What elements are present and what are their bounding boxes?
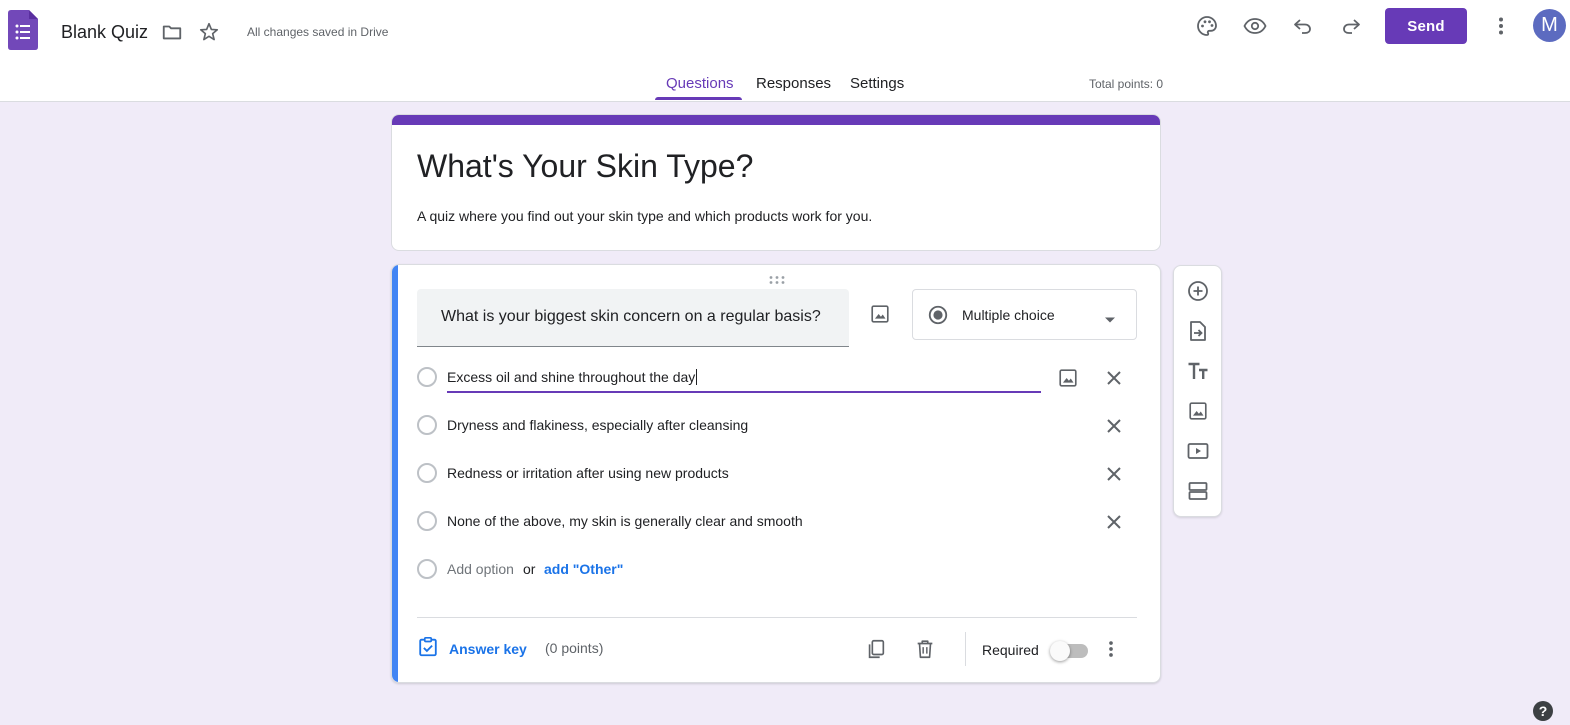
question-card[interactable]: What is your biggest skin concern on a r… (391, 264, 1161, 683)
question-type-label: Multiple choice (962, 307, 1055, 323)
add-video-icon[interactable] (1183, 436, 1213, 466)
answer-key-label: Answer key (449, 641, 527, 657)
form-title[interactable]: What's Your Skin Type? (417, 146, 753, 186)
active-tab-indicator (655, 97, 742, 100)
question-title-input[interactable]: What is your biggest skin concern on a r… (417, 289, 849, 347)
toggle-thumb (1050, 641, 1070, 661)
folder-icon[interactable] (152, 12, 192, 52)
forms-logo-icon[interactable] (8, 10, 38, 50)
text-cursor (696, 369, 698, 385)
option-row: Excess oil and shine throughout the day (417, 363, 1137, 395)
add-option-input[interactable]: Add option (447, 560, 514, 578)
add-other-link[interactable]: add "Other" (544, 560, 623, 578)
preview-eye-icon[interactable] (1235, 6, 1275, 46)
close-icon[interactable] (1099, 459, 1129, 489)
radio-button-icon (927, 304, 949, 331)
duplicate-icon[interactable] (861, 634, 891, 664)
star-icon[interactable] (189, 12, 229, 52)
close-icon[interactable] (1099, 411, 1129, 441)
option-text-input[interactable]: None of the above, my skin is generally … (447, 512, 803, 530)
delete-icon[interactable] (910, 634, 940, 664)
or-text: or (523, 561, 536, 577)
required-label: Required (982, 642, 1039, 658)
form-title-card[interactable]: What's Your Skin Type? A quiz where you … (391, 114, 1161, 251)
option-radio (417, 511, 437, 531)
avatar[interactable]: M (1533, 9, 1566, 42)
option-text-input[interactable]: Dryness and flakiness, especially after … (447, 416, 748, 434)
footer-divider (417, 617, 1137, 618)
answer-key-icon (417, 636, 439, 663)
option-row: Dryness and flakiness, especially after … (417, 411, 1137, 443)
import-questions-icon[interactable] (1183, 316, 1213, 346)
tab-responses[interactable]: Responses (756, 75, 831, 93)
add-question-icon[interactable] (1183, 276, 1213, 306)
option-row: None of the above, my skin is generally … (417, 507, 1137, 539)
active-card-indicator (392, 265, 398, 682)
save-status: All changes saved in Drive (247, 25, 389, 39)
more-vert-icon[interactable] (1096, 634, 1126, 664)
document-title[interactable]: Blank Quiz (61, 20, 148, 44)
required-toggle[interactable] (1050, 640, 1088, 661)
drag-handle-icon[interactable] (768, 272, 786, 284)
question-type-dropdown[interactable]: Multiple choice (912, 289, 1137, 340)
option-radio (417, 415, 437, 435)
total-points: Total points: 0 (1089, 77, 1164, 91)
close-icon[interactable] (1099, 507, 1129, 537)
option-radio (417, 367, 437, 387)
floating-toolbar (1173, 265, 1222, 517)
option-text-input[interactable]: Excess oil and shine throughout the day (447, 368, 698, 386)
top-bar: Blank Quiz All changes saved in Drive Se… (0, 0, 1570, 102)
focused-input-underline (447, 391, 1041, 393)
add-title-icon[interactable] (1183, 356, 1213, 386)
add-section-icon[interactable] (1183, 476, 1213, 506)
add-image-icon[interactable] (1183, 396, 1213, 426)
more-vert-icon[interactable] (1481, 6, 1521, 46)
footer-separator (965, 632, 966, 666)
tab-questions[interactable]: Questions (666, 75, 734, 93)
image-icon[interactable] (861, 295, 899, 333)
form-description[interactable]: A quiz where you find out your skin type… (417, 207, 872, 225)
redo-icon[interactable] (1331, 6, 1371, 46)
answer-key-button[interactable]: Answer key (417, 636, 527, 662)
points-value: (0 points) (545, 640, 604, 656)
close-icon[interactable] (1099, 363, 1129, 393)
add-option-row: Add option or add "Other" (417, 555, 1137, 587)
undo-icon[interactable] (1283, 6, 1323, 46)
option-radio (417, 559, 437, 579)
option-text-input[interactable]: Redness or irritation after using new pr… (447, 464, 729, 482)
option-radio (417, 463, 437, 483)
send-button[interactable]: Send (1385, 8, 1467, 44)
title-card-accent-strip (392, 115, 1160, 125)
option-row: Redness or irritation after using new pr… (417, 459, 1137, 491)
image-icon[interactable] (1053, 363, 1083, 393)
tab-settings[interactable]: Settings (850, 75, 904, 93)
palette-icon[interactable] (1187, 6, 1227, 46)
help-icon[interactable]: ? (1533, 701, 1553, 721)
dropdown-arrow-icon (1104, 311, 1116, 329)
